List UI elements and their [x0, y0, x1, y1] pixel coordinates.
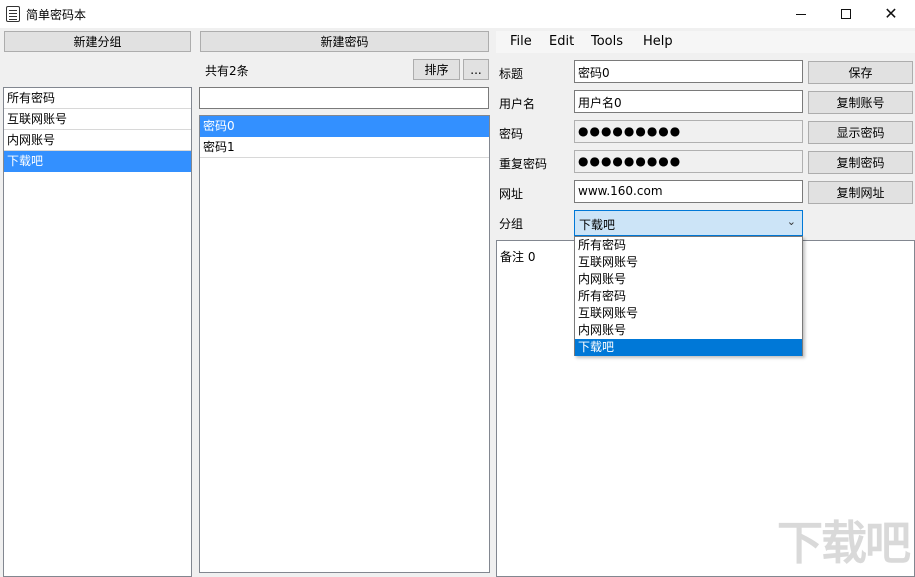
dropdown-option[interactable]: 互联网账号 — [575, 254, 802, 271]
menu-edit[interactable]: Edit — [549, 34, 574, 49]
username-field[interactable]: 用户名0 — [574, 90, 803, 113]
dropdown-option-selected[interactable]: 下载吧 — [575, 339, 802, 356]
save-button[interactable]: 保存 — [808, 61, 913, 84]
dropdown-option[interactable]: 内网账号 — [575, 322, 802, 339]
dropdown-option[interactable]: 所有密码 — [575, 237, 802, 254]
window-title: 简单密码本 — [26, 6, 86, 23]
url-field[interactable]: www.160.com — [574, 180, 803, 203]
group-item-xiazaiba[interactable]: 下载吧 — [4, 151, 191, 172]
show-password-button[interactable]: 显示密码 — [808, 121, 913, 144]
password-field[interactable]: ●●●●●●●●● — [574, 120, 803, 143]
password-list: 密码0 密码1 — [199, 115, 490, 573]
chevron-down-icon: ⌄ — [787, 215, 796, 228]
url-label: 网址 — [499, 185, 523, 202]
group-label: 分组 — [499, 215, 523, 232]
more-options-button[interactable]: ... — [463, 59, 489, 80]
dropdown-option[interactable]: 所有密码 — [575, 288, 802, 305]
group-select[interactable]: 下载吧 ⌄ — [574, 210, 803, 236]
password-item-1[interactable]: 密码1 — [200, 137, 489, 158]
group-item-intranet[interactable]: 内网账号 — [4, 130, 191, 151]
group-item-all[interactable]: 所有密码 — [4, 88, 191, 109]
group-select-value: 下载吧 — [579, 218, 615, 232]
title-bar: 简单密码本 ✕ — [0, 0, 915, 28]
copy-url-button[interactable]: 复制网址 — [808, 181, 913, 204]
copy-account-button[interactable]: 复制账号 — [808, 91, 913, 114]
dropdown-option[interactable]: 内网账号 — [575, 271, 802, 288]
entry-count-label: 共有2条 — [205, 62, 249, 79]
notes-text: 备注 0 — [500, 248, 535, 265]
menu-file[interactable]: File — [510, 34, 532, 49]
menu-bar: File Edit Tools Help — [496, 31, 915, 53]
repeat-password-field[interactable]: ●●●●●●●●● — [574, 150, 803, 173]
username-label: 用户名 — [499, 95, 535, 112]
group-dropdown-list: 所有密码 互联网账号 内网账号 所有密码 互联网账号 内网账号 下载吧 — [574, 236, 803, 356]
new-password-button[interactable]: 新建密码 — [200, 31, 489, 52]
title-field[interactable]: 密码0 — [574, 60, 803, 83]
close-button[interactable]: ✕ — [868, 0, 914, 28]
password-item-0[interactable]: 密码0 — [200, 116, 489, 137]
site-watermark: 下载吧 — [777, 507, 909, 573]
copy-password-button[interactable]: 复制密码 — [808, 151, 913, 174]
repeat-password-label: 重复密码 — [499, 155, 547, 172]
title-label: 标题 — [499, 65, 523, 82]
dropdown-option[interactable]: 互联网账号 — [575, 305, 802, 322]
sort-button[interactable]: 排序 — [413, 59, 460, 80]
menu-tools[interactable]: Tools — [591, 34, 623, 49]
maximize-button[interactable] — [823, 0, 869, 28]
maximize-icon — [841, 9, 851, 19]
minimize-button[interactable] — [778, 0, 824, 28]
close-icon: ✕ — [884, 6, 897, 22]
password-label: 密码 — [499, 125, 523, 142]
app-notebook-icon — [6, 6, 20, 22]
group-item-internet[interactable]: 互联网账号 — [4, 109, 191, 130]
minimize-icon — [796, 14, 806, 15]
search-input[interactable] — [199, 87, 489, 109]
group-list: 所有密码 互联网账号 内网账号 下载吧 — [3, 87, 192, 577]
menu-help[interactable]: Help — [643, 34, 673, 49]
new-group-button[interactable]: 新建分组 — [4, 31, 191, 52]
